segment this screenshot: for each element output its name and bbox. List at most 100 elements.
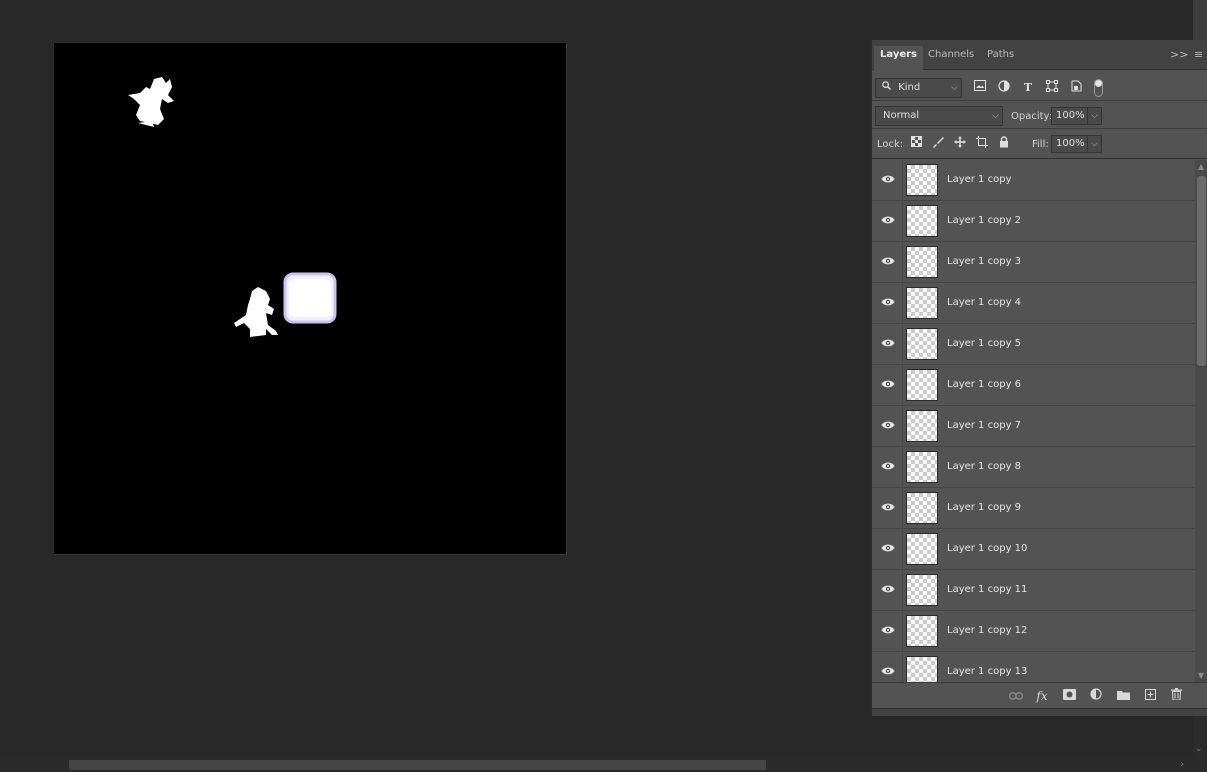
layer-row[interactable]: Layer 1 copy 5 bbox=[872, 324, 1195, 365]
layer-row[interactable]: Layer 1 copy 8 bbox=[872, 447, 1195, 488]
link-layers-icon[interactable] bbox=[1008, 688, 1024, 704]
blend-mode-select[interactable]: Normal ⌵ bbox=[875, 106, 1003, 126]
type-filter-icon[interactable]: T bbox=[1020, 80, 1036, 96]
eye-icon[interactable] bbox=[881, 543, 895, 555]
layer-name[interactable]: Layer 1 copy 4 bbox=[947, 297, 1021, 308]
layer-thumbnail bbox=[906, 492, 938, 524]
chevron-down-icon: ⌵ bbox=[992, 111, 999, 121]
smart-object-filter-icon[interactable] bbox=[1068, 80, 1084, 96]
chevron-down-icon[interactable]: ⌵ bbox=[1091, 136, 1098, 152]
lock-pixels-icon[interactable] bbox=[930, 136, 946, 152]
new-layer-icon[interactable] bbox=[1142, 688, 1158, 704]
new-group-icon[interactable] bbox=[1115, 688, 1131, 704]
layer-row[interactable]: Layer 1 copy 4 bbox=[872, 283, 1195, 324]
eye-icon[interactable] bbox=[881, 256, 895, 268]
filter-toggle[interactable] bbox=[1094, 79, 1103, 97]
layer-thumbnail bbox=[906, 533, 938, 565]
eye-icon[interactable] bbox=[881, 379, 895, 391]
fill-label: Fill: bbox=[1032, 139, 1049, 150]
scroll-down-icon[interactable]: ▼ bbox=[1198, 671, 1204, 680]
app-vertical-scroll-thumb[interactable] bbox=[1193, 0, 1207, 40]
layer-name[interactable]: Layer 1 copy 2 bbox=[947, 215, 1021, 226]
layer-row[interactable]: Layer 1 copy 9 bbox=[872, 488, 1195, 529]
eye-icon[interactable] bbox=[881, 584, 895, 596]
app-horizontal-scroll-thumb[interactable] bbox=[69, 760, 766, 770]
scroll-up-icon[interactable]: ▲ bbox=[1198, 162, 1204, 171]
filter-toggle-knob bbox=[1095, 80, 1102, 87]
layer-name[interactable]: Layer 1 copy 12 bbox=[947, 625, 1027, 636]
layer-name[interactable]: Layer 1 copy 3 bbox=[947, 256, 1021, 267]
lock-transparent-icon[interactable] bbox=[908, 136, 924, 152]
eye-icon[interactable] bbox=[881, 215, 895, 227]
scroll-down-icon[interactable]: ⌄ bbox=[1195, 744, 1203, 754]
filter-kind-label: Kind bbox=[898, 82, 921, 93]
layer-thumbnail bbox=[906, 410, 938, 442]
shape-filter-icon[interactable] bbox=[1044, 80, 1060, 96]
document-canvas[interactable] bbox=[54, 43, 566, 554]
layer-row[interactable]: Layer 1 copy 6 bbox=[872, 365, 1195, 406]
lock-all-icon[interactable] bbox=[996, 136, 1012, 152]
lock-position-icon[interactable] bbox=[952, 136, 968, 152]
app-horizontal-scrollbar[interactable]: › bbox=[0, 758, 1207, 772]
layer-name[interactable]: Layer 1 copy 10 bbox=[947, 543, 1027, 554]
eye-icon[interactable] bbox=[881, 174, 895, 186]
lock-label: Lock: bbox=[877, 139, 904, 150]
tab-paths[interactable]: Paths bbox=[981, 46, 1020, 70]
layer-name[interactable]: Layer 1 copy 7 bbox=[947, 420, 1021, 431]
layer-name[interactable]: Layer 1 copy 13 bbox=[947, 666, 1027, 677]
layer-row[interactable]: Layer 1 copy 3 bbox=[872, 242, 1195, 283]
scroll-right-icon[interactable]: › bbox=[1180, 758, 1184, 772]
character-sprite-top bbox=[128, 77, 174, 127]
image-filter-icon[interactable] bbox=[972, 80, 988, 96]
layer-name[interactable]: Layer 1 copy 5 bbox=[947, 338, 1021, 349]
opacity-input[interactable]: 100% ⌵ bbox=[1051, 107, 1102, 125]
tab-channels[interactable]: Channels bbox=[922, 46, 980, 70]
eye-icon[interactable] bbox=[881, 666, 895, 678]
layers-list[interactable]: Layer 1 copy Layer 1 copy 2 Layer 1 copy… bbox=[872, 160, 1195, 682]
layer-row[interactable]: Layer 1 copy 13 bbox=[872, 652, 1195, 682]
layer-thumbnail bbox=[906, 656, 938, 682]
opacity-value: 100% bbox=[1056, 110, 1085, 121]
layer-thumbnail bbox=[906, 451, 938, 483]
layer-thumbnail bbox=[906, 328, 938, 360]
adjustment-filter-icon[interactable] bbox=[996, 80, 1012, 96]
tab-layers[interactable]: Layers bbox=[874, 46, 923, 70]
eye-icon[interactable] bbox=[881, 461, 895, 473]
new-adjustment-icon[interactable] bbox=[1088, 688, 1104, 704]
eye-icon[interactable] bbox=[881, 502, 895, 514]
layer-row[interactable]: Layer 1 copy 11 bbox=[872, 570, 1195, 611]
panel-menu-icon[interactable]: ≡ bbox=[1194, 48, 1203, 61]
panel-tabbar: Layers Channels Paths >> ≡ bbox=[872, 40, 1207, 70]
collapse-panel-icon[interactable]: >> bbox=[1170, 48, 1188, 61]
canvas-artwork bbox=[128, 77, 337, 337]
layer-name[interactable]: Layer 1 copy 8 bbox=[947, 461, 1021, 472]
layer-row[interactable]: Layer 1 copy 2 bbox=[872, 201, 1195, 242]
layers-scroll-thumb[interactable] bbox=[1197, 176, 1206, 366]
blend-row: Normal ⌵ Opacity: 100% ⌵ bbox=[872, 101, 1207, 129]
panel-resize-bar[interactable] bbox=[872, 708, 1207, 716]
layer-name[interactable]: Layer 1 copy 6 bbox=[947, 379, 1021, 390]
layer-name[interactable]: Layer 1 copy 11 bbox=[947, 584, 1027, 595]
layer-row[interactable]: Layer 1 copy 12 bbox=[872, 611, 1195, 652]
layer-name[interactable]: Layer 1 copy 9 bbox=[947, 502, 1021, 513]
eye-icon[interactable] bbox=[881, 338, 895, 350]
chevron-down-icon[interactable]: ⌵ bbox=[1091, 108, 1098, 124]
layer-thumbnail bbox=[906, 164, 938, 196]
eye-icon[interactable] bbox=[881, 625, 895, 637]
layers-list-scrollbar[interactable]: ▲ ▼ bbox=[1195, 160, 1207, 682]
layer-thumbnail bbox=[906, 369, 938, 401]
fill-value: 100% bbox=[1056, 138, 1085, 149]
layer-row[interactable]: Layer 1 copy bbox=[872, 160, 1195, 201]
layer-name[interactable]: Layer 1 copy bbox=[947, 174, 1011, 185]
filter-kind-select[interactable]: Kind ⌵ bbox=[875, 78, 962, 98]
layer-thumbnail bbox=[906, 205, 938, 237]
trash-icon[interactable] bbox=[1168, 688, 1184, 704]
eye-icon[interactable] bbox=[881, 297, 895, 309]
lock-artboard-icon[interactable] bbox=[974, 136, 990, 152]
eye-icon[interactable] bbox=[881, 420, 895, 432]
fx-icon[interactable]: fx bbox=[1034, 688, 1050, 704]
add-mask-icon[interactable] bbox=[1061, 688, 1077, 704]
fill-input[interactable]: 100% ⌵ bbox=[1051, 135, 1102, 153]
layer-row[interactable]: Layer 1 copy 7 bbox=[872, 406, 1195, 447]
layer-row[interactable]: Layer 1 copy 10 bbox=[872, 529, 1195, 570]
